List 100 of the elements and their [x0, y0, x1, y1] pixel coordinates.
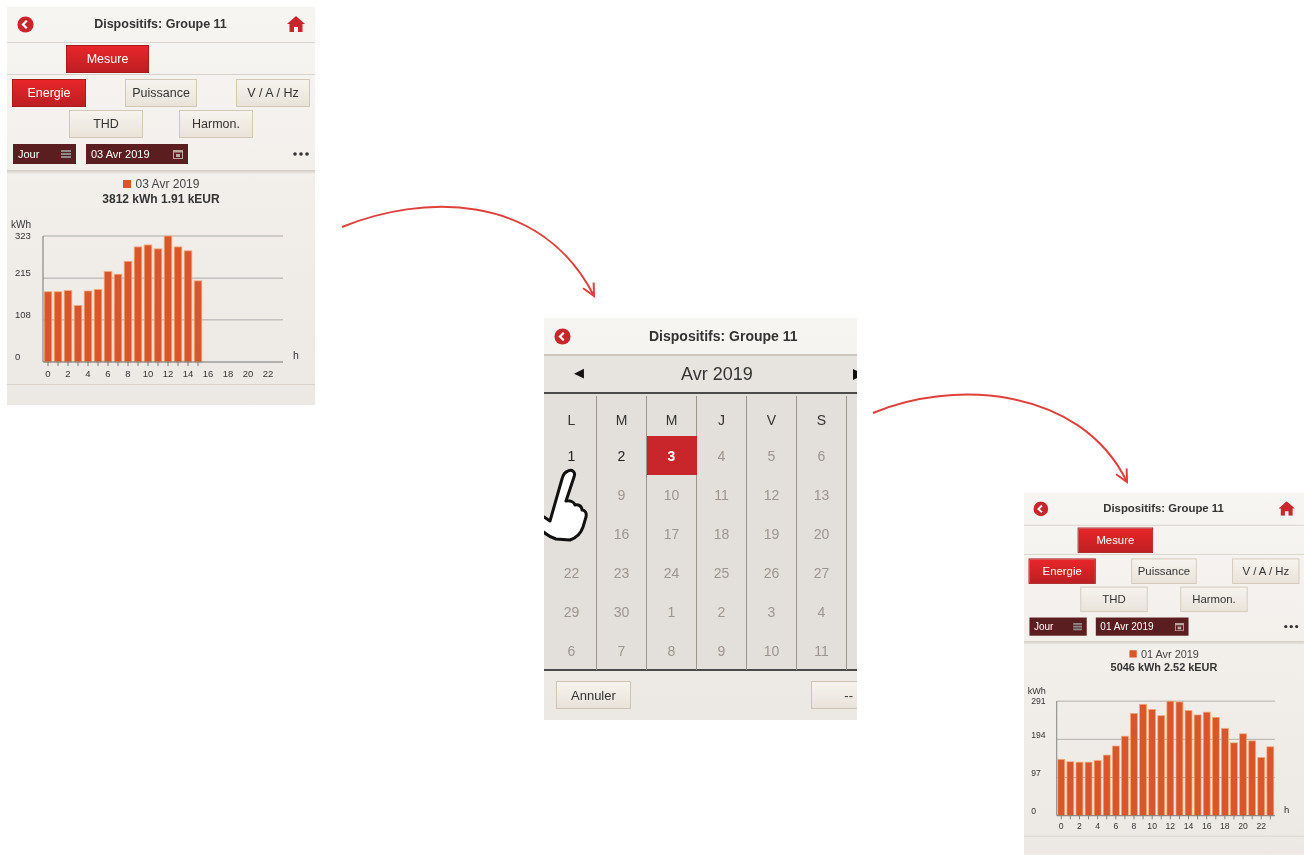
calendar-day[interactable]: 10	[646, 475, 697, 514]
calendar-day[interactable]: 13	[796, 475, 847, 514]
calendar-day[interactable]: 17	[646, 514, 697, 553]
cancel-button[interactable]: Annuler	[556, 681, 631, 709]
calendar-day[interactable]: 12	[746, 475, 797, 514]
period-dropdown[interactable]: Jour	[1029, 617, 1087, 636]
calendar-day[interactable]: 3	[746, 592, 797, 631]
chart-bar	[73, 305, 83, 363]
legend-label: 03 Avr 2019	[135, 177, 200, 191]
weekday-label: V	[766, 411, 777, 430]
list-icon	[1073, 622, 1083, 631]
month-title: Avr 2019	[681, 363, 753, 385]
calendar-day[interactable]: 4	[796, 592, 847, 631]
axis-label: 6	[105, 368, 111, 379]
measure-button[interactable]: Puissance	[1131, 558, 1197, 584]
back-icon[interactable]	[1033, 501, 1049, 517]
chart-bar	[43, 291, 53, 363]
chart-bar	[1257, 757, 1266, 817]
axis-label: 12	[1165, 821, 1176, 832]
tab[interactable]: Mesure	[1077, 527, 1154, 553]
tab[interactable]: Mesure	[66, 44, 149, 73]
axis-label: 291	[1031, 695, 1046, 706]
axis-label: 215	[15, 267, 31, 279]
calendar-day[interactable]: 11	[796, 631, 847, 670]
axis-label: 14	[182, 368, 194, 379]
calendar-day[interactable]: 30	[596, 592, 647, 631]
measure-button[interactable]: THD	[1080, 586, 1148, 613]
calendar-day[interactable]: 6	[796, 436, 847, 475]
confirm-button[interactable]: --	[811, 681, 857, 709]
calendar-day[interactable]: 2	[596, 436, 647, 475]
weekday-label: M	[665, 411, 678, 430]
measure-button[interactable]: Harmon.	[1180, 586, 1248, 613]
axis-label: 18	[1220, 821, 1230, 832]
calendar-day[interactable]: 27	[796, 553, 847, 592]
chart-bar	[1066, 761, 1075, 817]
calendar-day[interactable]: 5	[746, 436, 797, 475]
measure-button[interactable]: Harmon.	[179, 110, 253, 139]
date-field[interactable]: 01 Avr 2019	[1095, 617, 1189, 636]
calendar-day[interactable]: 23	[596, 553, 647, 592]
screen-title: Dispositifs: Groupe 11	[93, 17, 228, 32]
calendar-day[interactable]: 2	[696, 592, 747, 631]
back-icon[interactable]	[554, 327, 571, 345]
calendar-day[interactable]: 1	[646, 592, 697, 631]
measure-button[interactable]: Puissance	[125, 79, 197, 108]
more-icon[interactable]	[1283, 625, 1299, 629]
home-icon[interactable]	[1278, 501, 1295, 517]
calendar-day[interactable]: 9	[696, 631, 747, 670]
axis-unit: h	[1283, 803, 1290, 815]
calendar-day[interactable]: 19	[746, 514, 797, 553]
chart-bar	[1057, 759, 1066, 817]
axis-label: 108	[15, 308, 31, 320]
calendar-day[interactable]: 9	[596, 475, 647, 514]
axis-label: 6	[1113, 821, 1119, 832]
axis-unit: h	[293, 349, 299, 361]
calendar-day[interactable]: 20	[796, 514, 847, 553]
home-icon[interactable]	[287, 16, 305, 33]
axis-label: 2	[65, 368, 71, 379]
previous-month-button[interactable]: ◀	[574, 365, 584, 380]
measure-button[interactable]: Energie	[1028, 558, 1096, 584]
axis-label: 16	[1201, 821, 1212, 832]
period-value: Jour	[18, 148, 40, 161]
back-icon[interactable]	[17, 15, 34, 33]
legend-marker	[1129, 650, 1137, 658]
axis-label: 14	[1183, 821, 1194, 832]
calendar-day[interactable]: 29	[546, 592, 597, 631]
calendar-day[interactable]: 26	[746, 553, 797, 592]
calendar-day[interactable]: 24	[646, 553, 697, 592]
axis-label: 2	[1077, 821, 1082, 832]
more-icon[interactable]	[293, 152, 309, 157]
chart-bar	[1102, 754, 1111, 817]
calendar-day[interactable]: 7	[596, 631, 647, 670]
measure-button[interactable]: THD	[69, 110, 143, 139]
calendar-day[interactable]: 8	[646, 631, 697, 670]
chart-bar	[1084, 761, 1093, 817]
weekday-label: J	[718, 411, 725, 430]
date-value: 01 Avr 2019	[1100, 621, 1154, 633]
measure-button[interactable]: V / A / Hz	[1232, 558, 1300, 584]
calendar-day[interactable]: 16	[596, 514, 647, 553]
calendar-day[interactable]: 4	[696, 436, 747, 475]
calendar-day[interactable]: 22	[546, 553, 597, 592]
measure-button[interactable]: V / A / Hz	[236, 79, 310, 108]
date-field[interactable]: 03 Avr 2019	[86, 144, 188, 165]
calendar-day[interactable]: 10	[746, 631, 797, 670]
calendar-day[interactable]: 6	[546, 631, 597, 670]
hand-pointer-icon	[544, 467, 588, 543]
period-dropdown[interactable]: Jour	[13, 144, 76, 165]
measure-button[interactable]: Energie	[12, 79, 86, 108]
axis-label: 0	[1058, 821, 1064, 832]
axis-label: 8	[1131, 821, 1137, 832]
chart-bar	[1075, 761, 1084, 817]
calendar-day[interactable]: 1	[546, 436, 597, 475]
calendar-day[interactable]: 18	[696, 514, 747, 553]
axis-label: 20	[1238, 821, 1248, 832]
calendar-day[interactable]: 11	[696, 475, 747, 514]
calendar-day[interactable]: 3	[646, 436, 697, 475]
screen-title: Dispositifs: Groupe 11	[649, 328, 798, 344]
next-month-icon[interactable]	[853, 369, 857, 380]
calendar-day[interactable]: 25	[696, 553, 747, 592]
legend-marker	[122, 180, 131, 188]
weekday-label: S	[816, 411, 827, 430]
